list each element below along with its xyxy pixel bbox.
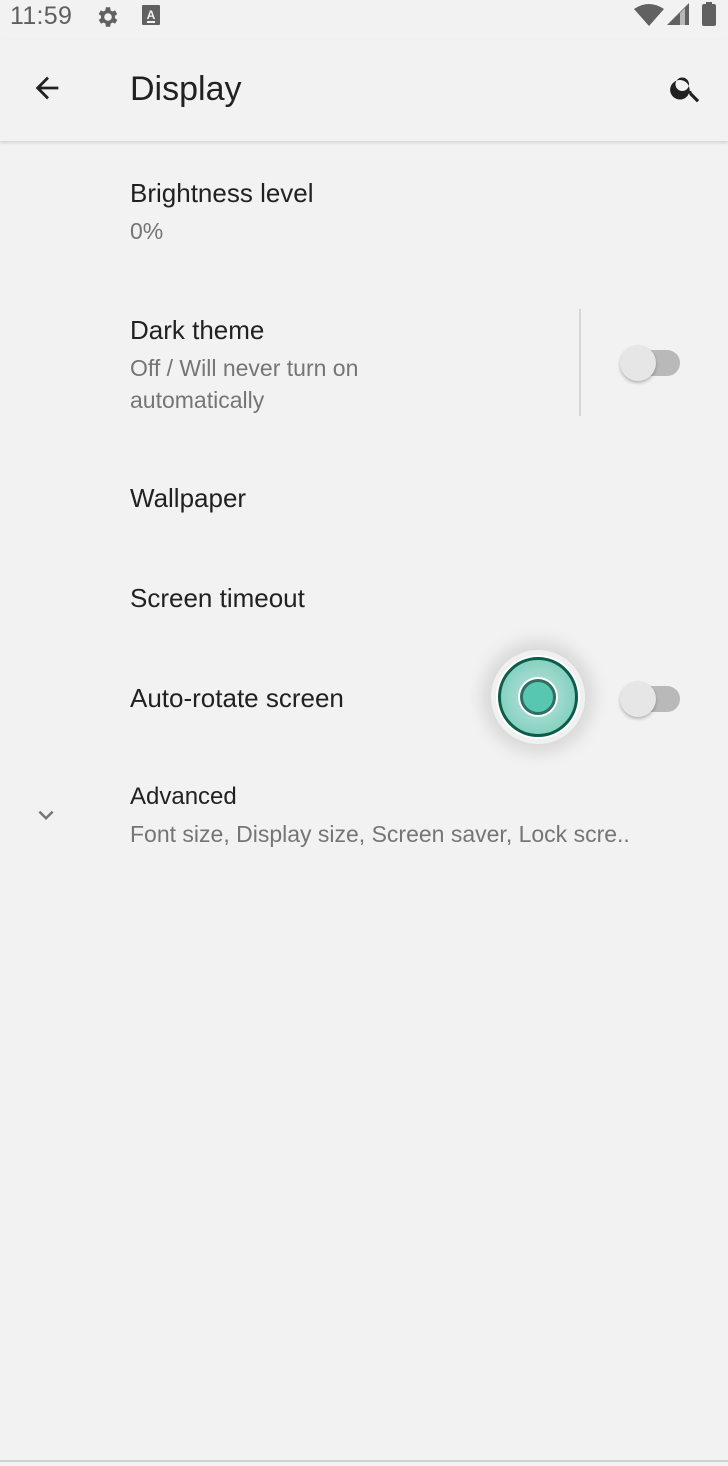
auto-rotate-toggle[interactable]	[620, 679, 684, 719]
item-title: Dark theme	[130, 315, 265, 345]
item-subtitle-line1: Off / Will never turn on	[130, 355, 359, 381]
item-title: Brightness level	[130, 178, 314, 208]
status-bar: 11:59 A	[0, 0, 728, 34]
dark-theme-item[interactable]: Dark theme Off / Will never turn on auto…	[0, 295, 728, 435]
battery-icon	[701, 2, 717, 31]
item-title: Wallpaper	[130, 483, 247, 513]
item-title: Advanced	[130, 783, 237, 810]
touch-indicator	[491, 650, 585, 744]
wallpaper-item[interactable]: Wallpaper	[0, 460, 728, 540]
page-title: Display	[130, 70, 242, 108]
chevron-down-icon	[31, 800, 61, 835]
touch-indicator-core	[520, 679, 556, 715]
back-button[interactable]	[23, 66, 71, 114]
search-button[interactable]	[662, 66, 710, 114]
dark-theme-toggle[interactable]	[620, 343, 684, 383]
status-time: 11:59	[10, 2, 73, 30]
item-title: Auto-rotate screen	[130, 683, 344, 713]
auto-rotate-screen-item[interactable]: Auto-rotate screen	[0, 660, 728, 740]
screen-timeout-item[interactable]: Screen timeout	[0, 560, 728, 640]
item-subtitle-line2: automatically	[130, 387, 265, 413]
item-subtitle: Font size, Display size, Screen saver, L…	[130, 821, 630, 847]
item-subtitle: 0%	[130, 218, 164, 244]
vertical-divider	[579, 309, 581, 416]
brightness-level-item[interactable]: Brightness level 0%	[0, 160, 728, 270]
search-icon	[668, 70, 704, 111]
wifi-icon	[634, 4, 664, 31]
settings-gear-icon	[95, 4, 121, 35]
item-title: Screen timeout	[130, 583, 305, 613]
advanced-item[interactable]: Advanced Font size, Display size, Screen…	[0, 770, 728, 865]
svg-text:A: A	[147, 8, 156, 22]
toggle-thumb	[620, 345, 656, 381]
bottom-divider	[0, 1460, 728, 1462]
app-bar: Display	[0, 40, 728, 141]
font-a-icon: A	[142, 5, 160, 30]
toggle-thumb	[620, 681, 656, 717]
arrow-back-icon	[30, 71, 64, 110]
cellular-signal-icon	[667, 3, 689, 30]
